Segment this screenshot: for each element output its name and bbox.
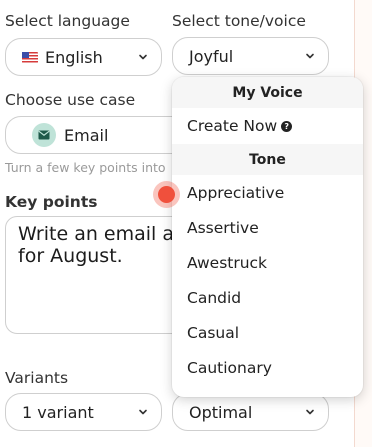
language-select[interactable]: English (5, 38, 162, 76)
create-now-option[interactable]: Create Now ? (172, 108, 363, 144)
chevron-down-icon (139, 409, 147, 415)
tone-option-appreciative[interactable]: Appreciative (172, 175, 363, 210)
cursor-indicator-core (158, 186, 175, 203)
chevron-down-icon (306, 409, 314, 415)
use-case-hint: Turn a few key points into (5, 160, 166, 175)
select-tone-label: Select tone/voice (172, 12, 306, 30)
tone-option-awestruck[interactable]: Awestruck (172, 245, 363, 280)
chevron-down-icon (139, 54, 147, 60)
tone-option-casual[interactable]: Casual (172, 315, 363, 350)
help-icon[interactable]: ? (281, 120, 293, 132)
mail-icon (32, 123, 56, 147)
create-now-label: Create Now (187, 117, 278, 135)
tone-dropdown-menu: My Voice Create Now ? Tone Appreciative … (172, 77, 363, 397)
quality-select[interactable]: Optimal (172, 393, 329, 431)
tone-option-candid[interactable]: Candid (172, 280, 363, 315)
quality-select-value: Optimal (189, 402, 253, 422)
language-select-value: English (45, 47, 103, 67)
cursor-indicator (153, 181, 180, 208)
chevron-down-icon (306, 53, 314, 59)
variants-select[interactable]: 1 variant (5, 393, 162, 431)
menu-section-my-voice: My Voice (172, 77, 363, 108)
select-language-label: Select language (5, 12, 130, 30)
use-case-select-value: Email (64, 125, 109, 145)
menu-section-tone: Tone (172, 144, 363, 175)
variants-label: Variants (5, 369, 69, 387)
tone-option-cautionary[interactable]: Cautionary (172, 350, 363, 385)
choose-use-case-label: Choose use case (5, 91, 136, 109)
us-flag-icon (22, 51, 38, 63)
variants-select-value: 1 variant (22, 402, 94, 422)
tone-option-assertive[interactable]: Assertive (172, 210, 363, 245)
tone-select[interactable]: Joyful (172, 37, 329, 75)
key-points-label: Key points (5, 193, 98, 211)
tone-select-value: Joyful (189, 46, 234, 66)
